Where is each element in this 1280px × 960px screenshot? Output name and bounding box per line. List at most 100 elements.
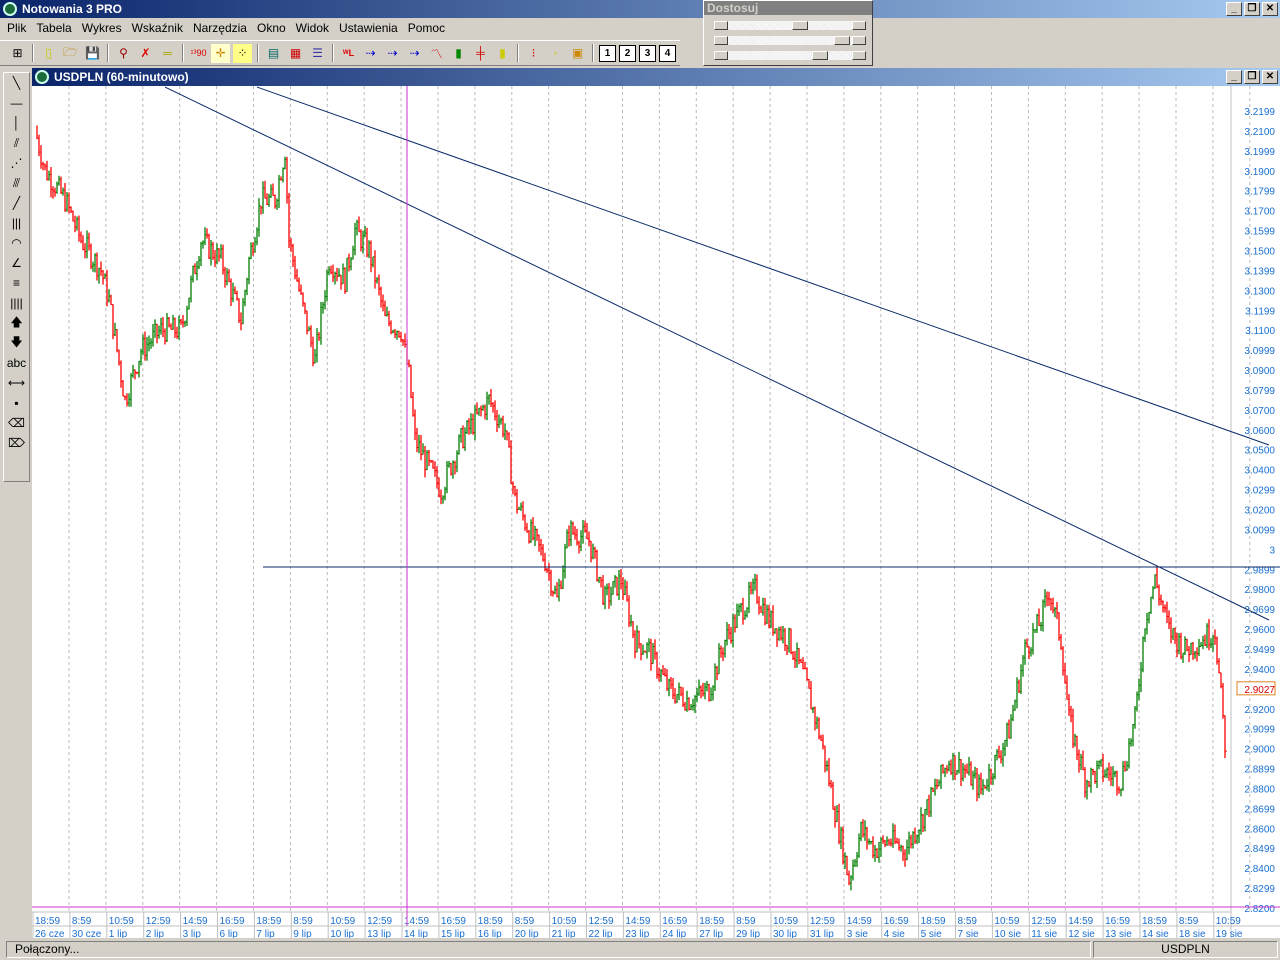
x-tick-date: 11 sie (1031, 929, 1057, 938)
x-tick-date: 18 sie (1179, 929, 1206, 938)
vertical-lines-tool-icon[interactable]: ||| (4, 213, 29, 233)
x-tick-time: 14:59 (1068, 916, 1093, 927)
list-icon[interactable]: ☰ (308, 44, 327, 63)
eraser-tool-icon[interactable]: ⌫ (4, 413, 29, 433)
close-button[interactable]: ✕ (1262, 2, 1278, 16)
y-tick-label: 3.1599 (1244, 227, 1275, 238)
layout-1-button[interactable]: 1 (599, 44, 616, 62)
ray-tool-icon[interactable]: ⋰ (4, 153, 29, 173)
grid-icon[interactable]: ⊞ (8, 44, 27, 63)
x-tick-time: 8:59 (72, 916, 92, 927)
ohlc-chart-icon[interactable]: ╪ (471, 44, 490, 63)
traffic-light-icon[interactable]: ⁝ (524, 44, 543, 63)
channel-tool-icon[interactable]: ⫽ (4, 133, 29, 153)
layout-3-button[interactable]: 3 (639, 44, 656, 62)
points-icon[interactable]: ⁘ (233, 43, 252, 63)
status-bar: Połączony... USDPLN (0, 940, 1280, 960)
x-tick-time: 16:59 (884, 916, 909, 927)
text-tool[interactable]: abc (4, 353, 29, 373)
line-chart-icon[interactable]: 〽 (427, 44, 446, 63)
arrow1-icon[interactable]: ⇢ (361, 44, 380, 63)
y-tick-label: 3.1199 (1245, 306, 1275, 317)
adjust-panel-title[interactable]: Dostosuj (704, 1, 872, 15)
x-tick-time: 14:59 (625, 916, 650, 927)
x-tick-date: 10 sie (994, 929, 1021, 938)
x-tick-time: 18:59 (921, 916, 946, 927)
save-icon[interactable]: 💾 (83, 44, 102, 63)
chart-minimize-button[interactable]: _ (1226, 70, 1242, 84)
y-tick-label: 3.2199 (1244, 107, 1275, 118)
new-file-icon[interactable]: ▯ (39, 44, 58, 63)
adjust-slider-1[interactable] (714, 21, 866, 30)
x-tick-date: 14 sie (1142, 929, 1169, 938)
arrow-up-tool-icon[interactable]: 🡅 (4, 313, 29, 333)
layout-2-button[interactable]: 2 (619, 44, 636, 62)
x-tick-time: 8:59 (515, 916, 535, 927)
zoom-icon[interactable]: ⚲ (114, 44, 133, 63)
diagonal-line-tool-icon[interactable]: ╲ (4, 73, 29, 93)
y-tick-label: 3.0600 (1244, 426, 1275, 437)
slider-thumb[interactable] (812, 51, 828, 60)
y-tick-label: 2.9800 (1244, 585, 1275, 596)
add-point-icon[interactable]: ◦ (546, 44, 565, 63)
menu-wykres[interactable]: Wykres (77, 21, 127, 35)
y-tick-label: 2.8400 (1244, 864, 1275, 875)
adjust-slider-2[interactable] (714, 36, 866, 45)
menu-pomoc[interactable]: Pomoc (403, 21, 450, 35)
vertical-line-tool-icon[interactable]: │ (4, 113, 29, 133)
main-toolbar: ⊞ ▯ 🗁 💾 ⚲ ✗ ═ ¹³90 ✛ ⁘ ▤ ▦ ☰ ᵂL ⇢ ⇢ ⇢ 〽 … (0, 40, 680, 66)
y-tick-label: 3.1999 (1244, 147, 1275, 158)
line-tool-icon[interactable]: ╱ (4, 193, 29, 213)
wl-icon[interactable]: ᵂL (339, 44, 358, 63)
x-tick-date: 31 lip (810, 929, 834, 938)
price-chart[interactable]: 18:59 26 cze 8:59 30 cze 10:59 1 lip 12:59 2 li… (32, 86, 1280, 938)
y-tick-label: 2.9499 (1244, 645, 1275, 656)
menu-okno[interactable]: Okno (252, 21, 291, 35)
horizontal-arrows-tool-icon[interactable]: ⟷ (4, 373, 29, 393)
slider-thumb[interactable] (834, 36, 850, 45)
x-tick-date: 20 lip (515, 929, 539, 938)
move-tool-icon[interactable]: ▪ (4, 393, 29, 413)
menu-ustawienia[interactable]: Ustawienia (334, 21, 403, 35)
menu-tabela[interactable]: Tabela (31, 21, 76, 35)
fibonacci-fan-tool-icon[interactable]: ⫻ (4, 173, 29, 193)
numbers-icon[interactable]: ¹³90 (189, 44, 208, 63)
bar-chart-icon[interactable]: ▮ (449, 44, 468, 63)
arrow-down-tool-icon[interactable]: 🡇 (4, 333, 29, 353)
time-zones-tool-icon[interactable]: |||| (4, 293, 29, 313)
arcs-tool-icon[interactable]: ◠ (4, 233, 29, 253)
x-tick-time: 18:59 (478, 916, 503, 927)
y-tick-label: 3.0700 (1244, 406, 1275, 417)
delete-icon[interactable]: ✗ (136, 44, 155, 63)
table-icon[interactable]: ▤ (264, 44, 283, 63)
restore-button[interactable]: ❐ (1244, 2, 1260, 16)
fan-tool-icon[interactable]: ∠ (4, 253, 29, 273)
x-tick-date: 23 lip (625, 929, 649, 938)
y-tick-label: 3 (1269, 545, 1275, 556)
fib-retracement-tool-icon[interactable]: ≡ (4, 273, 29, 293)
layout-4-button[interactable]: 4 (659, 44, 676, 62)
menu-wskaznik[interactable]: Wskaźnik (127, 21, 188, 35)
arrow2-icon[interactable]: ⇢ (383, 44, 402, 63)
menu-plik[interactable]: Plik (2, 21, 31, 35)
add-window-icon[interactable]: ▣ (568, 44, 587, 63)
x-tick-date: 27 lip (699, 929, 723, 938)
minimize-button[interactable]: _ (1226, 2, 1242, 16)
colors-icon[interactable]: ▦ (286, 44, 305, 63)
chart-restore-button[interactable]: ❐ (1244, 70, 1260, 84)
arrow3-icon[interactable]: ⇢ (405, 44, 424, 63)
menu-narzedzia[interactable]: Narzędzia (188, 21, 252, 35)
open-folder-icon[interactable]: 🗁 (61, 44, 80, 63)
erase-all-tool-icon[interactable]: ⌦ (4, 433, 29, 453)
candle-chart-icon[interactable]: ▮ (493, 44, 512, 63)
x-tick-date: 30 cze (72, 929, 102, 938)
slider-thumb[interactable] (792, 21, 808, 30)
chart-close-button[interactable]: ✕ (1262, 70, 1278, 84)
adjust-slider-3[interactable] (714, 51, 866, 60)
y-tick-label: 2.8600 (1244, 824, 1275, 835)
ruler-icon[interactable]: ═ (158, 44, 177, 63)
x-tick-time: 14:59 (183, 916, 208, 927)
crosshair-icon[interactable]: ✛ (211, 43, 230, 63)
horizontal-line-tool-icon[interactable]: — (4, 93, 29, 113)
menu-widok[interactable]: Widok (291, 21, 334, 35)
